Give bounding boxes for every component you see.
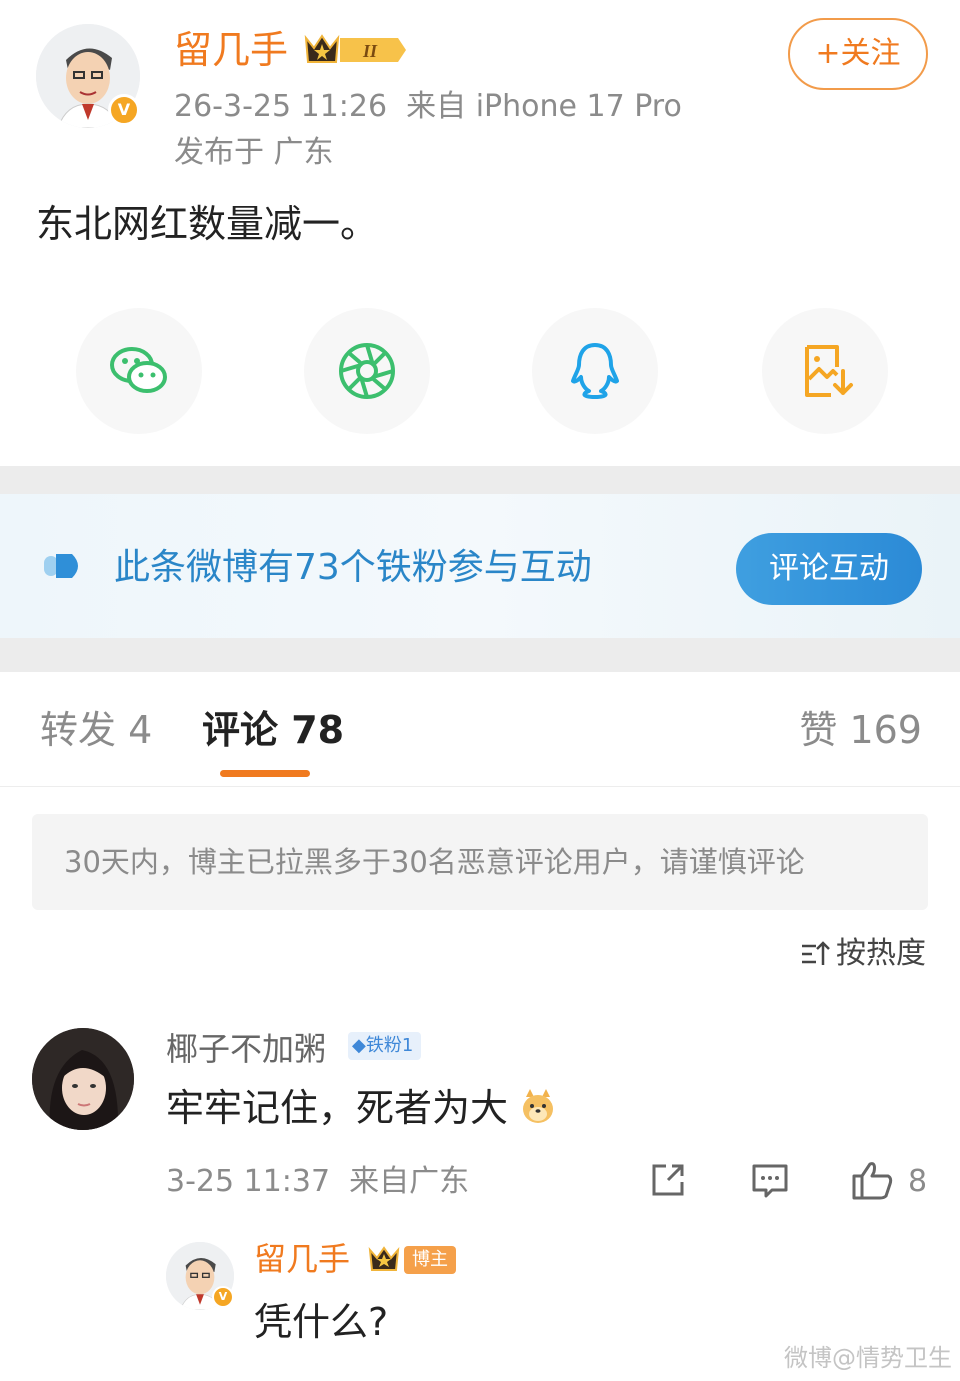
section-divider	[0, 466, 960, 494]
author-tag: 博主	[404, 1246, 456, 1274]
verified-icon: V	[108, 94, 140, 126]
post-source: 来自 iPhone 17 Pro	[406, 89, 682, 124]
active-tab-indicator	[220, 770, 310, 777]
doge-emoji-icon	[523, 1089, 554, 1123]
commenter-name[interactable]: 椰子不加粥	[166, 1028, 326, 1070]
tab-repost[interactable]: 转发 4	[40, 706, 152, 754]
moments-icon	[339, 343, 395, 399]
comment-meta: 3-25 11:37 来自广东	[166, 1162, 469, 1202]
comment-like-count: 8	[908, 1164, 928, 1199]
fans-interaction-text: 此条微博有73个铁粉参与互动	[114, 547, 592, 588]
comment-icon	[752, 1164, 788, 1198]
blacklist-notice: 30天内，博主已拉黑多于30名恶意评论用户，请谨慎评论	[32, 814, 928, 910]
diamond-icon: ◆	[352, 1035, 366, 1056]
comment-text: 牢牢记住，死者为大	[166, 1084, 556, 1132]
crown-level-icon[interactable]: II	[300, 30, 410, 70]
wechat-icon	[110, 347, 167, 393]
comment-time: 3-25 11:37	[166, 1164, 331, 1199]
share-moments-button[interactable]	[304, 308, 430, 434]
post-location: 发布于 广东	[174, 135, 334, 170]
reply-text: 凭什么?	[254, 1300, 389, 1344]
qq-icon	[571, 343, 619, 399]
share-wechat-button[interactable]	[76, 308, 202, 434]
section-divider	[0, 638, 960, 672]
thumbs-up-icon	[852, 1162, 893, 1200]
tabs-divider	[0, 786, 960, 787]
author-name[interactable]: 留几手	[174, 26, 288, 74]
comment-source: 来自广东	[349, 1164, 470, 1199]
post-timestamp: 26-3-25 11:26	[174, 89, 388, 124]
fan-badge: ◆铁粉1	[348, 1032, 422, 1060]
comment-body: 牢牢记住，死者为大	[166, 1086, 509, 1130]
sort-label: 按热度	[836, 936, 926, 971]
share-qq-button[interactable]	[532, 308, 658, 434]
watermark: 微博@情势卫生	[784, 1344, 952, 1372]
comment-like-button[interactable]	[850, 1160, 894, 1204]
reply-author-name[interactable]: 留几手	[254, 1238, 350, 1280]
tab-like[interactable]: 赞 169	[799, 706, 922, 754]
post-meta: 26-3-25 11:26 来自 iPhone 17 Pro	[174, 88, 682, 126]
level-text: II	[362, 41, 378, 61]
share-icon	[652, 1164, 684, 1196]
fans-play-icon	[42, 551, 92, 581]
sort-toggle[interactable]: 按热度	[800, 934, 926, 974]
verified-icon: V	[212, 1286, 234, 1308]
tab-comment[interactable]: 评论 78	[202, 706, 344, 754]
comment-interact-button[interactable]: 评论互动	[736, 533, 922, 605]
comment-reply-button[interactable]	[750, 1160, 790, 1204]
save-image-icon	[805, 345, 853, 397]
fan-badge-label: 铁粉1	[365, 1035, 414, 1056]
follow-button[interactable]: +关注	[788, 18, 928, 90]
post-body: 东北网红数量减一。	[36, 202, 379, 246]
sort-icon	[802, 941, 830, 965]
comment-share-button[interactable]	[648, 1160, 688, 1204]
save-image-button[interactable]	[762, 308, 888, 434]
commenter-avatar[interactable]	[32, 1028, 134, 1130]
